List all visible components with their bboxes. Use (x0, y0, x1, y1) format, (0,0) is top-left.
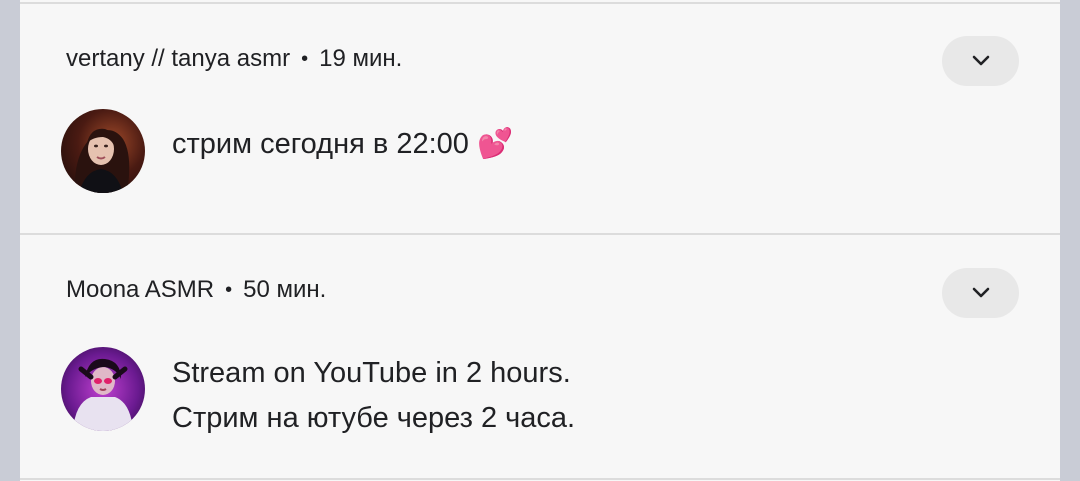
chevron-down-icon (972, 55, 989, 66)
channel-avatar-icon (61, 109, 145, 193)
separator-dot: • (225, 278, 233, 301)
notification-message: стрим сегодня в 22:00 💕 (172, 122, 513, 167)
notification-panel: vertany // tanya asmr • 19 мин. стрим се… (20, 0, 1060, 481)
avatar (61, 347, 145, 431)
message-line: Стрим на ютубе через 2 часа. (172, 402, 576, 434)
notification-time: 19 мин. (319, 45, 403, 72)
notification-header: vertany // tanya asmr • 19 мин. (66, 45, 402, 73)
notification-time: 50 мин. (243, 276, 327, 303)
expand-button[interactable] (942, 268, 1019, 318)
notification-item[interactable]: vertany // tanya asmr • 19 мин. стрим се… (20, 4, 1060, 233)
message-line: стрим сегодня в 22:00 💕 (172, 128, 514, 160)
notification-item[interactable]: Moona ASMR • 50 мин. Stream on YouTube i… (20, 235, 1060, 478)
channel-avatar-icon (61, 347, 145, 431)
divider (20, 478, 1060, 480)
chevron-down-icon (972, 287, 989, 298)
notification-message: Stream on YouTube in 2 hours. Стрим на ю… (172, 351, 575, 441)
channel-name: vertany // tanya asmr (66, 45, 291, 72)
expand-button[interactable] (942, 36, 1019, 86)
separator-dot: • (301, 47, 309, 70)
avatar (61, 109, 145, 193)
message-line: Stream on YouTube in 2 hours. (172, 357, 571, 389)
notification-header: Moona ASMR • 50 мин. (66, 276, 326, 304)
channel-name: Moona ASMR (66, 276, 215, 303)
